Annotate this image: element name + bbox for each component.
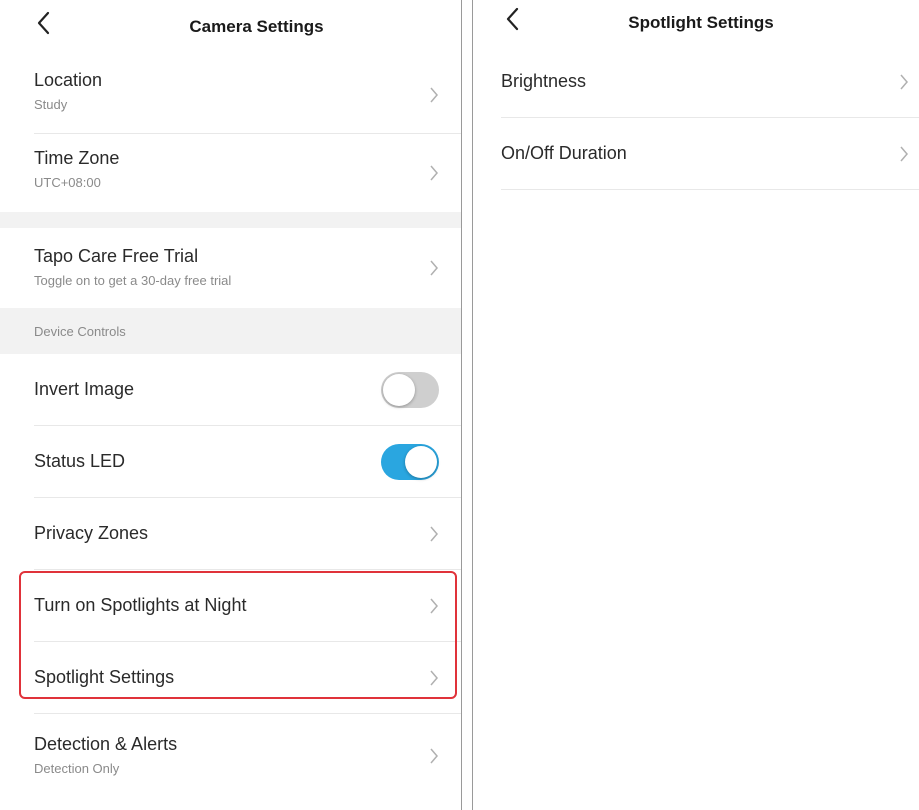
detection-alerts-value: Detection Only bbox=[34, 761, 120, 776]
privacy-zones-label: Privacy Zones bbox=[34, 523, 149, 543]
location-label: Location bbox=[34, 70, 103, 90]
tapo-care-trial-sub: Toggle on to get a 30-day free trial bbox=[34, 273, 232, 288]
section-gap bbox=[0, 212, 461, 228]
page-title: Spotlight Settings bbox=[628, 13, 774, 32]
device-controls-header: Device Controls bbox=[0, 308, 461, 354]
location-row[interactable]: Location Study bbox=[34, 56, 461, 134]
detection-alerts-row[interactable]: Detection & Alerts Detection Only bbox=[34, 714, 461, 798]
status-led-toggle[interactable] bbox=[381, 443, 439, 480]
invert-image-row: Invert Image bbox=[34, 354, 461, 426]
spotlight-settings-row[interactable]: Spotlight Settings bbox=[34, 642, 461, 714]
camera-settings-header: Camera Settings bbox=[0, 0, 461, 56]
spotlights-at-night-row[interactable]: Turn on Spotlights at Night bbox=[34, 570, 461, 642]
brightness-row[interactable]: Brightness bbox=[501, 46, 919, 118]
status-led-row: Status LED bbox=[34, 426, 461, 498]
camera-settings-panel: Camera Settings Location Study Time Zone… bbox=[0, 0, 462, 810]
time-zone-value: UTC+08:00 bbox=[34, 175, 101, 190]
detection-alerts-label: Detection & Alerts bbox=[34, 734, 178, 754]
spotlight-settings-label: Spotlight Settings bbox=[34, 667, 175, 687]
invert-image-toggle[interactable] bbox=[381, 371, 439, 408]
chevron-right-icon bbox=[899, 73, 909, 91]
location-value: Study bbox=[34, 97, 68, 112]
chevron-right-icon bbox=[429, 597, 439, 615]
spotlight-settings-panel: Spotlight Settings Brightness On/Off Dur… bbox=[472, 0, 919, 810]
tapo-care-trial-row[interactable]: Tapo Care Free Trial Toggle on to get a … bbox=[34, 228, 461, 308]
chevron-right-icon bbox=[429, 669, 439, 687]
spotlight-settings-header: Spotlight Settings bbox=[473, 0, 919, 46]
chevron-right-icon bbox=[429, 164, 439, 182]
time-zone-label: Time Zone bbox=[34, 148, 120, 168]
on-off-duration-label: On/Off Duration bbox=[501, 143, 627, 163]
spotlights-at-night-label: Turn on Spotlights at Night bbox=[34, 595, 247, 615]
chevron-right-icon bbox=[429, 747, 439, 765]
toggle-knob bbox=[405, 445, 437, 478]
page-title: Camera Settings bbox=[189, 17, 324, 36]
toggle-knob bbox=[383, 373, 415, 406]
tapo-care-trial-label: Tapo Care Free Trial bbox=[34, 246, 199, 266]
privacy-zones-row[interactable]: Privacy Zones bbox=[34, 498, 461, 570]
on-off-duration-row[interactable]: On/Off Duration bbox=[501, 118, 919, 190]
chevron-right-icon bbox=[899, 145, 909, 163]
chevron-right-icon bbox=[429, 525, 439, 543]
status-led-label: Status LED bbox=[34, 451, 126, 471]
chevron-right-icon bbox=[429, 86, 439, 104]
back-icon[interactable] bbox=[34, 10, 54, 36]
brightness-label: Brightness bbox=[501, 71, 587, 91]
invert-image-label: Invert Image bbox=[34, 379, 135, 399]
chevron-right-icon bbox=[429, 259, 439, 277]
time-zone-row[interactable]: Time Zone UTC+08:00 bbox=[34, 134, 461, 212]
